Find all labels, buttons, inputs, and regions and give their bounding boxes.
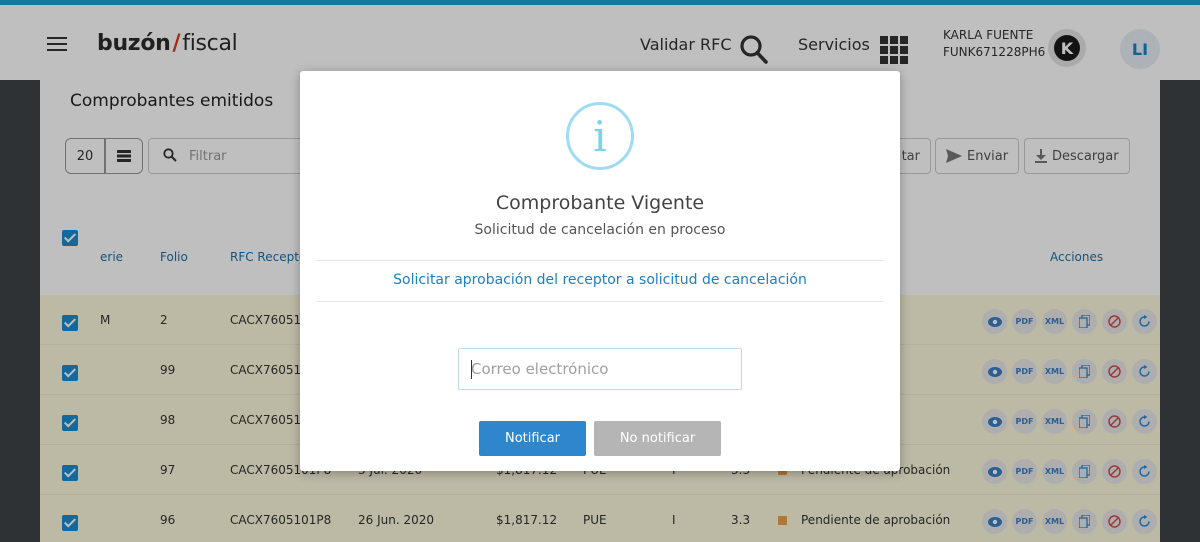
divider xyxy=(316,301,884,302)
cancellation-modal: i Comprobante Vigente Solicitud de cance… xyxy=(300,71,900,471)
divider xyxy=(316,260,884,261)
no-notify-button[interactable]: No notificar xyxy=(594,421,721,456)
info-icon: i xyxy=(566,102,634,170)
text-cursor xyxy=(471,360,472,379)
modal-title: Comprobante Vigente xyxy=(495,192,705,214)
modal-subtitle: Solicitud de cancelación en proceso xyxy=(474,222,726,238)
notify-button[interactable]: Notificar xyxy=(479,421,586,456)
request-approval-link[interactable]: Solicitar aprobación del receptor a soli… xyxy=(313,272,887,288)
email-input[interactable] xyxy=(458,348,742,390)
